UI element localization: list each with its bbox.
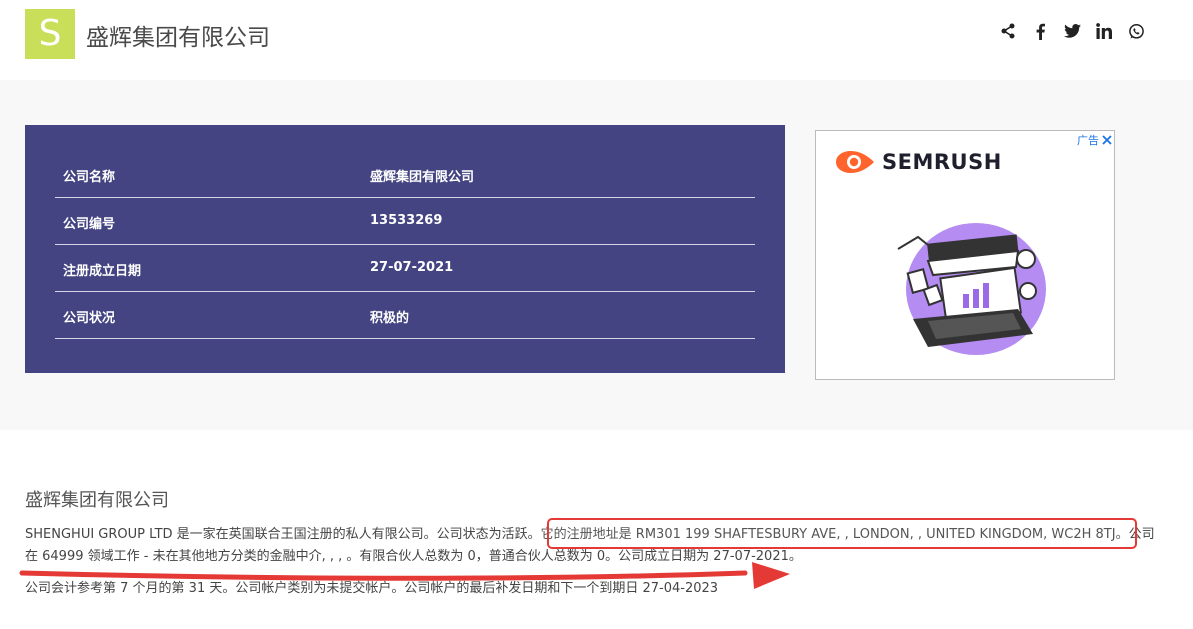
info-value: 13533269 bbox=[370, 213, 443, 228]
whatsapp-icon[interactable] bbox=[1127, 22, 1145, 40]
facebook-icon[interactable] bbox=[1031, 22, 1049, 40]
share-icon[interactable] bbox=[999, 22, 1017, 40]
info-row-company-number: 公司编号 13533269 bbox=[55, 197, 755, 245]
site-logo[interactable]: S bbox=[25, 9, 75, 59]
info-label: 注册成立日期 bbox=[63, 264, 142, 279]
semrush-flame-icon bbox=[836, 151, 874, 173]
info-value: 积极的 bbox=[370, 311, 410, 326]
advertisement[interactable]: 广告 SEMRUSH bbox=[815, 130, 1115, 380]
info-label: 公司编号 bbox=[63, 217, 116, 232]
info-row-company-status: 公司状况 积极的 bbox=[55, 291, 755, 339]
ad-brand: SEMRUSH bbox=[882, 150, 1002, 174]
info-value: 盛辉集团有限公司 bbox=[370, 170, 475, 185]
address-highlight-box bbox=[547, 518, 1137, 549]
info-label: 公司名称 bbox=[63, 170, 116, 185]
twitter-icon[interactable] bbox=[1063, 22, 1081, 40]
info-row-incorporation-date: 注册成立日期 27-07-2021 bbox=[55, 244, 755, 292]
semrush-logo[interactable]: SEMRUSH bbox=[834, 149, 1002, 175]
close-icon[interactable] bbox=[1102, 135, 1112, 145]
social-share-bar bbox=[999, 22, 1145, 40]
info-value: 27-07-2021 bbox=[370, 260, 454, 275]
info-label: 公司状况 bbox=[63, 311, 116, 326]
company-info-card: 公司名称 盛辉集团有限公司 公司编号 13533269 注册成立日期 27-07… bbox=[25, 125, 785, 373]
logo-letter: S bbox=[38, 13, 62, 54]
about-section-title: 盛辉集团有限公司 bbox=[25, 490, 169, 511]
ad-label: 广告 bbox=[1077, 135, 1099, 147]
about-paragraph-line-3: 公司会计参考第 7 个月的第 31 天。公司帐户类别为未提交帐户。公司帐户的最后… bbox=[25, 581, 719, 596]
ad-choices[interactable]: 广告 bbox=[1077, 132, 1112, 148]
site-header: S 盛辉集团有限公司 bbox=[0, 0, 1193, 80]
ad-illustration bbox=[897, 223, 1046, 359]
about-intro-text: SHENGHUI GROUP LTD 是一家在英国联合王国注册的私人有限公司。公… bbox=[25, 527, 541, 542]
info-row-company-name: 公司名称 盛辉集团有限公司 bbox=[55, 150, 755, 198]
site-title[interactable]: 盛辉集团有限公司 bbox=[86, 18, 270, 52]
linkedin-icon[interactable] bbox=[1095, 22, 1113, 40]
